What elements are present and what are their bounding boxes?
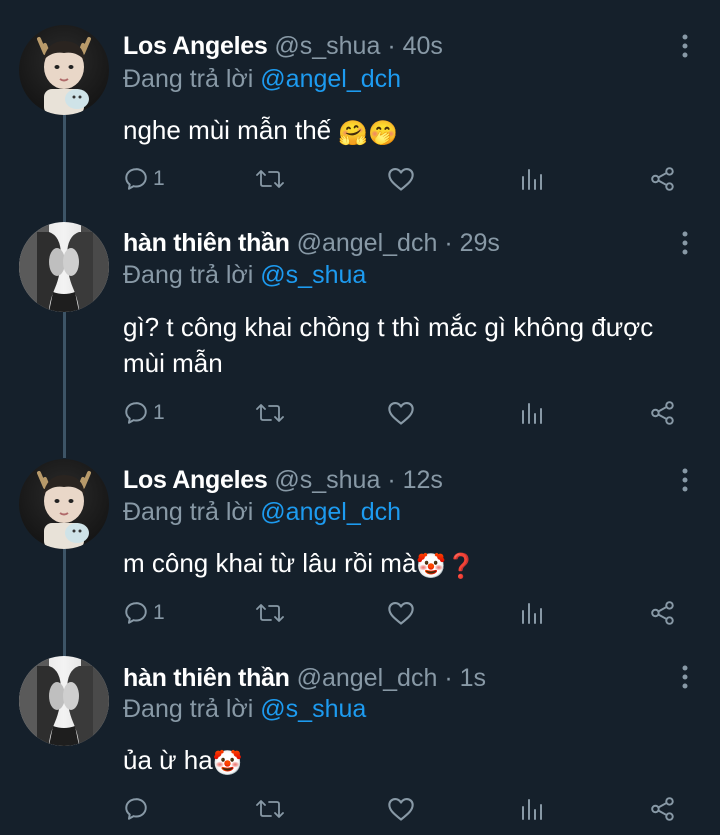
tweet-text: ủa ừ ha🤡 (123, 742, 683, 782)
mention-link[interactable]: @s_shua (260, 695, 366, 723)
reply-button[interactable] (123, 794, 153, 824)
tweet-header: hàn thiên thần @angel_dch · 1s (123, 662, 486, 694)
like-button[interactable] (387, 794, 415, 824)
tweet-emoji: 🤡 (212, 750, 243, 777)
timestamp[interactable]: 1s (460, 664, 486, 692)
analytics-button[interactable] (520, 794, 544, 824)
action-bar (0, 794, 720, 824)
share-button[interactable] (650, 794, 676, 824)
user-handle[interactable]: @angel_dch (297, 664, 438, 692)
tweet[interactable]: hàn thiên thần @angel_dch · 1s Đang trả … (0, 0, 720, 835)
more-vertical-icon[interactable] (680, 664, 690, 690)
separator-dot: · (444, 664, 453, 692)
analytics-icon (522, 799, 542, 820)
display-name[interactable]: hàn thiên thần (123, 664, 290, 692)
replying-to: Đang trả lời @s_shua (123, 693, 366, 725)
avatar[interactable] (19, 656, 109, 746)
heart-icon (388, 798, 414, 821)
reply-icon (125, 798, 147, 820)
replying-prefix: Đang trả lời (123, 695, 254, 723)
retweet-icon (256, 800, 284, 818)
tweet-text-content: ủa ừ ha (123, 745, 213, 775)
retweet-button[interactable] (256, 794, 284, 824)
share-icon (651, 797, 674, 821)
